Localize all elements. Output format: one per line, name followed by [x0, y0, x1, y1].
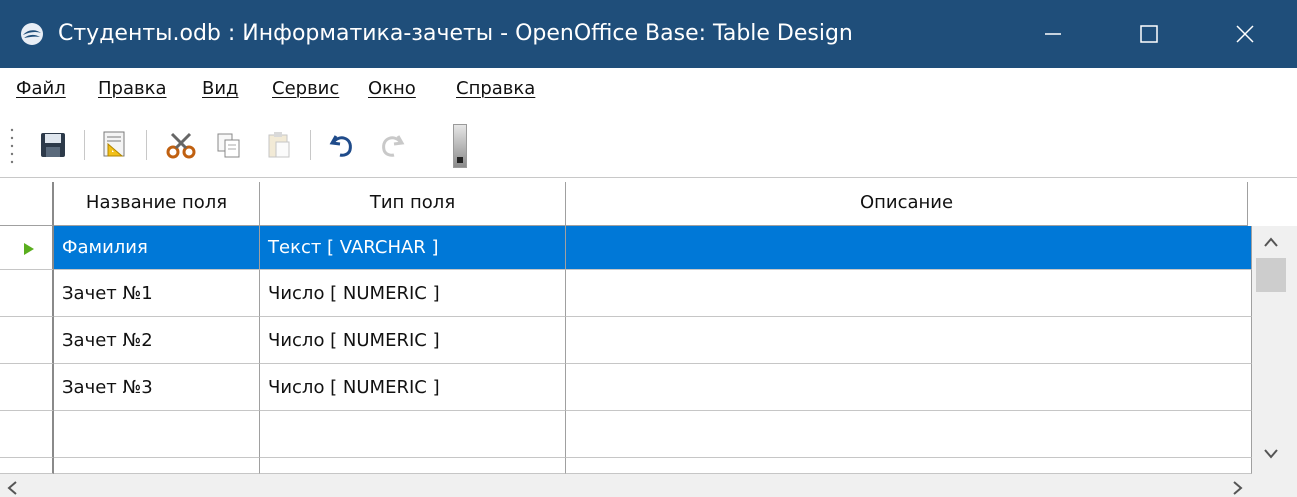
- toolbar-grip-icon[interactable]: [10, 126, 14, 164]
- field-name-cell[interactable]: Зачет №2: [54, 317, 260, 364]
- field-name-text: Зачет №2: [62, 330, 153, 351]
- column-header-field-type[interactable]: Тип поля: [260, 182, 566, 226]
- menu-window[interactable]: Окно: [368, 78, 416, 99]
- field-type-text: Текст [ VARCHAR ]: [268, 237, 439, 258]
- close-button[interactable]: [1197, 0, 1293, 68]
- row-header[interactable]: [0, 411, 54, 458]
- description-cell[interactable]: [566, 364, 1252, 411]
- field-type-text: Число [ NUMERIC ]: [268, 330, 440, 351]
- menu-view[interactable]: Вид: [202, 78, 239, 99]
- row-header[interactable]: [0, 458, 54, 474]
- field-name-text: Фамилия: [62, 237, 148, 258]
- description-cell[interactable]: [566, 226, 1252, 270]
- menu-bar: Файл Правка Вид Сервис Окно Справка: [0, 68, 1297, 114]
- field-type-text: Число [ NUMERIC ]: [268, 283, 440, 304]
- field-name-cell[interactable]: Зачет №1: [54, 270, 260, 317]
- vertical-scrollbar[interactable]: [1252, 226, 1297, 474]
- field-type-cell[interactable]: Число [ NUMERIC ]: [260, 364, 566, 411]
- field-name-text: Зачет №1: [62, 283, 153, 304]
- field-type-cell[interactable]: Число [ NUMERIC ]: [260, 317, 566, 364]
- toolbar-separator: [146, 130, 147, 160]
- chevron-left-icon[interactable]: [6, 480, 18, 496]
- close-icon: [1236, 25, 1254, 43]
- maximize-icon: [1140, 25, 1158, 43]
- field-type-cell[interactable]: Число [ NUMERIC ]: [260, 270, 566, 317]
- openoffice-icon: [21, 23, 43, 45]
- field-type-cell[interactable]: Текст [ VARCHAR ]: [260, 226, 566, 270]
- menu-edit[interactable]: Правка: [98, 78, 167, 99]
- row-header[interactable]: [0, 364, 54, 411]
- corner-header: [0, 182, 54, 226]
- column-header-field-name[interactable]: Название поля: [54, 182, 260, 226]
- chevron-down-icon[interactable]: [1263, 448, 1279, 460]
- description-cell[interactable]: [566, 270, 1252, 317]
- minimize-button[interactable]: [1005, 0, 1101, 68]
- paste-icon[interactable]: [262, 128, 296, 162]
- field-type-text: Число [ NUMERIC ]: [268, 377, 440, 398]
- window-title: Студенты.odb : Информатика-зачеты - Open…: [58, 21, 853, 46]
- description-cell[interactable]: [566, 458, 1252, 474]
- field-name-cell[interactable]: [54, 458, 260, 474]
- toolbar: [0, 114, 1297, 178]
- title-bar: Студенты.odb : Информатика-зачеты - Open…: [0, 0, 1297, 68]
- undo-icon[interactable]: [326, 128, 360, 162]
- minimize-icon: [1045, 33, 1061, 35]
- row-header[interactable]: [0, 270, 54, 317]
- chevron-down-icon: [457, 157, 463, 163]
- index-design-icon[interactable]: [98, 128, 132, 162]
- row-header[interactable]: [0, 317, 54, 364]
- vertical-scroll-thumb[interactable]: [1256, 258, 1286, 292]
- column-header-description[interactable]: Описание: [566, 182, 1248, 226]
- toolbar-separator: [84, 130, 85, 160]
- current-row-arrow-icon: [24, 243, 34, 255]
- field-name-cell[interactable]: Фамилия: [54, 226, 260, 270]
- cut-icon[interactable]: [164, 128, 198, 162]
- description-cell[interactable]: [566, 411, 1252, 458]
- redo-icon[interactable]: [374, 128, 408, 162]
- field-type-cell[interactable]: [260, 458, 566, 474]
- row-header[interactable]: [0, 226, 54, 270]
- field-name-cell[interactable]: Зачет №3: [54, 364, 260, 411]
- chevron-right-icon[interactable]: [1232, 480, 1244, 496]
- menu-help[interactable]: Справка: [456, 78, 535, 99]
- field-type-cell[interactable]: [260, 411, 566, 458]
- horizontal-scrollbar[interactable]: [0, 474, 1297, 497]
- toolbar-separator: [310, 130, 311, 160]
- maximize-button[interactable]: [1101, 0, 1197, 68]
- description-cell[interactable]: [566, 317, 1252, 364]
- field-name-text: Зачет №3: [62, 377, 153, 398]
- field-design-grid: Название поля Тип поля Описание Фамилия …: [0, 182, 1297, 497]
- menu-file[interactable]: Файл: [16, 78, 66, 99]
- copy-icon[interactable]: [212, 128, 246, 162]
- menu-tools[interactable]: Сервис: [272, 78, 339, 99]
- field-name-cell[interactable]: [54, 411, 260, 458]
- chevron-up-icon[interactable]: [1263, 236, 1279, 248]
- toolbar-overflow-button[interactable]: [453, 124, 467, 168]
- save-icon[interactable]: [36, 128, 70, 162]
